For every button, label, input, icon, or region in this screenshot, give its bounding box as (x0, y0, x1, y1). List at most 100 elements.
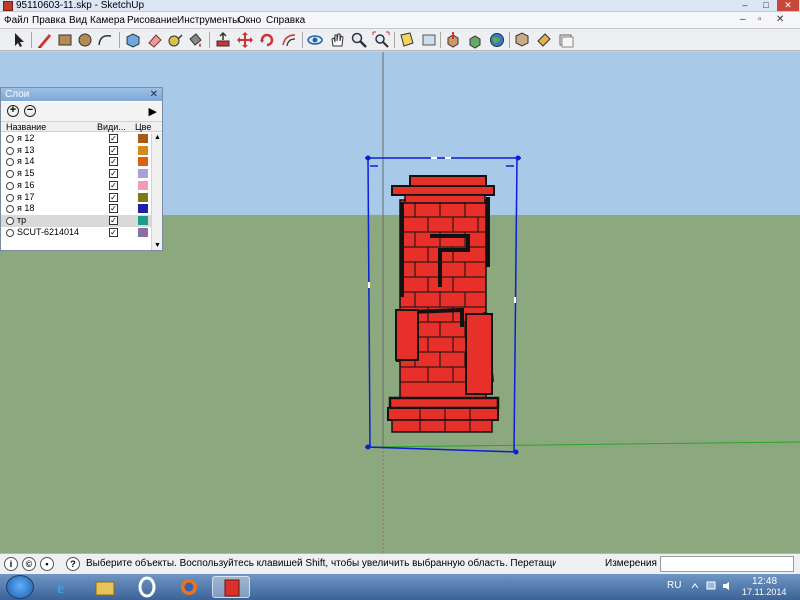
layer-color-swatch[interactable] (138, 134, 148, 143)
user-icon[interactable]: • (40, 557, 54, 571)
column-color-header[interactable]: Цве (135, 122, 151, 132)
column-visible-header[interactable]: Види... (97, 122, 126, 132)
sketchup-icon[interactable] (212, 576, 250, 598)
layer-row[interactable]: я 16 ✓ (1, 180, 151, 192)
layer-row[interactable]: я 15 ✓ (1, 168, 151, 180)
layer-visible-checkbox[interactable]: ✓ (109, 134, 118, 143)
start-button[interactable] (6, 575, 34, 599)
push-pull-icon[interactable] (214, 31, 232, 49)
network-icon[interactable] (706, 581, 716, 591)
details-arrow-icon[interactable]: ▶ (149, 105, 157, 118)
volume-icon[interactable] (722, 581, 732, 591)
layer-color-swatch[interactable] (138, 145, 148, 155)
layer-visible-checkbox[interactable]: ✓ (109, 192, 118, 202)
layer-active-radio[interactable] (6, 135, 14, 143)
column-name-header[interactable]: Название (6, 122, 46, 132)
zoom-extents-icon[interactable] (372, 31, 390, 49)
materials-icon[interactable] (535, 31, 553, 49)
layer-name[interactable]: я 13 (17, 145, 34, 156)
xray-icon[interactable] (420, 31, 438, 49)
get-models-icon[interactable] (444, 31, 462, 49)
credits-icon[interactable]: © (22, 557, 36, 571)
section-plane-icon[interactable] (398, 31, 416, 49)
circle-icon[interactable] (76, 31, 94, 49)
layer-active-radio[interactable] (6, 216, 14, 225)
file-explorer-icon[interactable] (86, 578, 124, 600)
internet-explorer-icon[interactable]: e (44, 576, 82, 598)
close-button[interactable]: ✕ (777, 0, 799, 11)
orbit-icon[interactable] (306, 31, 324, 49)
eraser-icon[interactable] (146, 31, 164, 49)
tray-arrow-icon[interactable] (690, 581, 700, 591)
geo-location-icon[interactable]: i (4, 557, 18, 571)
rotate-icon[interactable] (258, 31, 276, 49)
remove-layer-icon[interactable]: − (24, 105, 36, 117)
menu-edit[interactable]: Правка (32, 14, 66, 27)
layer-visible-checkbox[interactable]: ✓ (109, 227, 118, 237)
make-component-icon[interactable] (124, 31, 142, 49)
layer-name[interactable]: я 14 (17, 156, 34, 167)
scroll-down-icon[interactable]: ▼ (154, 242, 161, 249)
layer-color-swatch[interactable] (138, 204, 148, 214)
layer-name[interactable]: я 15 (17, 168, 34, 179)
child-minimize-icon[interactable]: – (740, 14, 746, 25)
clock-date[interactable]: 17.11.2014 (742, 587, 786, 597)
select-arrow-icon[interactable] (10, 31, 28, 49)
clock-time[interactable]: 12:48 (752, 576, 777, 587)
firefox-icon[interactable] (170, 576, 208, 598)
layer-name[interactable]: я 16 (17, 180, 34, 191)
language-indicator[interactable]: RU (667, 580, 681, 591)
paint-bucket-icon[interactable] (186, 31, 204, 49)
offset-icon[interactable] (280, 31, 298, 49)
move-icon[interactable] (236, 31, 254, 49)
layer-visible-checkbox[interactable]: ✓ (109, 145, 118, 155)
layer-name[interactable]: я 12 (17, 133, 34, 144)
layer-visible-checkbox[interactable]: ✓ (109, 157, 118, 167)
layer-active-radio[interactable] (6, 193, 14, 202)
google-earth-icon[interactable] (488, 31, 506, 49)
menu-camera[interactable]: Камера (90, 14, 125, 27)
layer-color-swatch[interactable] (138, 180, 148, 190)
layers-panel[interactable]: Слои ✕ + − ▶ Название Види... Цве я 12 ✓ я… (0, 87, 163, 251)
layer-name[interactable]: я 17 (17, 192, 34, 203)
measurements-input[interactable] (660, 556, 794, 572)
layer-active-radio[interactable] (6, 228, 14, 237)
layer-active-radio[interactable] (6, 158, 14, 167)
add-layer-icon[interactable]: + (7, 105, 19, 117)
menu-file[interactable]: Файл (4, 14, 29, 27)
layer-row[interactable]: тр ✓ (1, 214, 151, 227)
layer-color-swatch[interactable] (138, 227, 148, 237)
layer-visible-checkbox[interactable]: ✓ (109, 204, 118, 214)
tape-measure-icon[interactable] (166, 31, 184, 49)
scroll-up-icon[interactable]: ▲ (154, 134, 161, 141)
layer-color-swatch[interactable] (138, 192, 148, 202)
pan-hand-icon[interactable] (328, 31, 346, 49)
oven-model[interactable] (387, 175, 500, 433)
layer-color-swatch[interactable] (138, 169, 148, 179)
layer-row[interactable]: я 13 ✓ (1, 145, 151, 157)
menu-draw[interactable]: Рисование (127, 14, 177, 27)
layers-panel-titlebar[interactable]: Слои ✕ (1, 88, 162, 101)
zoom-icon[interactable] (350, 31, 368, 49)
pencil-line-icon[interactable] (36, 31, 54, 49)
layers-scrollbar[interactable]: ▲ ▼ (151, 133, 162, 250)
maximize-button[interactable]: □ (756, 0, 776, 11)
share-model-icon[interactable] (466, 31, 484, 49)
menu-help[interactable]: Справка (266, 14, 305, 27)
components-icon[interactable] (513, 31, 531, 49)
rectangle-icon[interactable] (56, 31, 74, 49)
menu-view[interactable]: Вид (69, 14, 87, 27)
minimize-button[interactable]: – (735, 0, 755, 11)
layer-row[interactable]: я 12 ✓ (1, 133, 151, 145)
layer-active-radio[interactable] (6, 170, 14, 179)
styles-icon[interactable] (557, 31, 575, 49)
layer-name[interactable]: SCUT-6214014 (17, 227, 79, 238)
layer-row[interactable]: я 18 ✓ (1, 203, 151, 215)
layer-color-swatch[interactable] (138, 157, 148, 167)
layer-row[interactable]: я 14 ✓ (1, 156, 151, 168)
layer-visible-checkbox[interactable]: ✓ (109, 215, 118, 225)
layers-panel-close-icon[interactable]: ✕ (150, 88, 158, 101)
opera-icon[interactable] (128, 576, 166, 598)
layer-active-radio[interactable] (6, 146, 14, 155)
layer-active-radio[interactable] (6, 181, 14, 190)
